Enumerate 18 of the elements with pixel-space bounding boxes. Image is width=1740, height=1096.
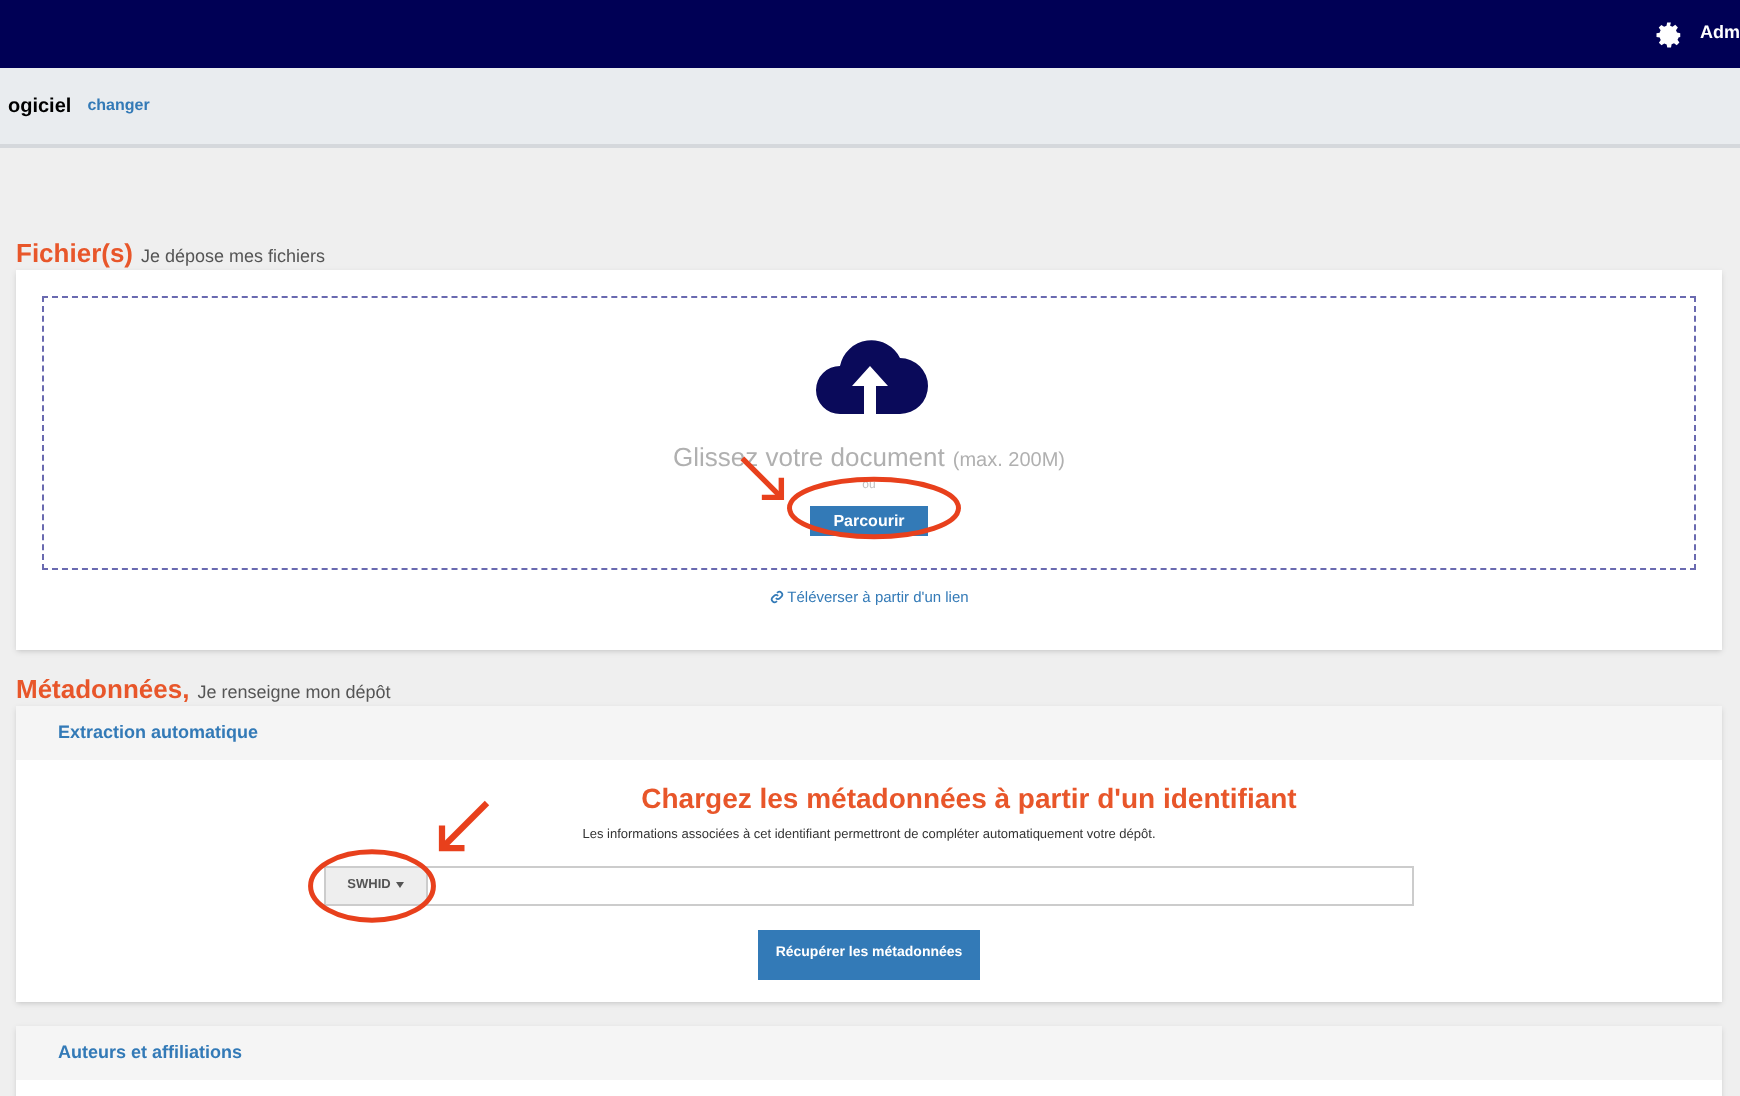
cloud-upload-icon bbox=[811, 338, 927, 418]
identifier-field[interactable] bbox=[428, 865, 1414, 906]
panel-title: Extraction automatique bbox=[58, 719, 259, 746]
max-size-label: (max. 200M) bbox=[952, 448, 1065, 476]
section-title: Métadonnées, bbox=[16, 672, 190, 708]
link-icon bbox=[769, 590, 784, 605]
section-subtitle: Je renseigne mon dépôt bbox=[197, 680, 391, 706]
drop-instruction: Glissez votre document bbox=[673, 440, 945, 476]
highlight-ellipse bbox=[308, 847, 436, 924]
caret-icon bbox=[396, 882, 405, 889]
gear-icon[interactable] bbox=[1654, 19, 1684, 49]
extraction-heading: Chargez les métadonnées à partir d'un identifiant bbox=[641, 780, 1297, 818]
section-subtitle: Je dépose mes fichiers bbox=[141, 244, 326, 270]
panel-title: Auteurs et affiliations bbox=[58, 1039, 243, 1065]
user-menu-label[interactable]: Adm bbox=[1700, 20, 1740, 48]
section-title: Fichier(s) bbox=[16, 236, 134, 272]
change-link[interactable]: changer bbox=[87, 94, 150, 118]
document-type-label: ogiciel bbox=[8, 93, 72, 121]
